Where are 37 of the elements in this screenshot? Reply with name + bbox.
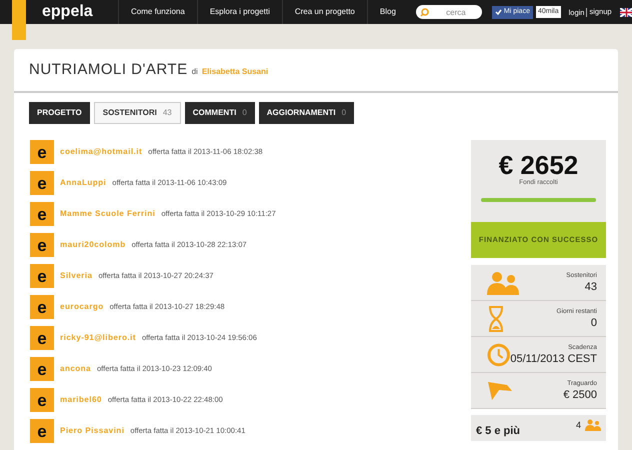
avatar: e — [30, 357, 54, 381]
avatar: e — [30, 419, 54, 443]
avatar: e — [30, 233, 54, 257]
tab[interactable]: SOSTENITORI 43 — [94, 102, 181, 124]
nav-link[interactable]: Blog — [366, 0, 408, 24]
tab[interactable]: PROGETTO — [29, 102, 90, 124]
funding-amount: € 2652 — [498, 152, 578, 178]
nav-link[interactable]: Come funziona — [118, 0, 197, 24]
tab[interactable]: COMMENTI 0 — [184, 102, 255, 124]
reward-count: 4 — [576, 419, 581, 432]
stat-value: 05/11/2013 CEST — [510, 352, 597, 366]
people-icon — [487, 270, 519, 294]
tab[interactable]: AGGIORNAMENTI 0 — [258, 102, 354, 124]
avatar: e — [30, 264, 54, 288]
avatar: e — [30, 295, 54, 319]
check-icon — [494, 9, 502, 15]
project-title: NUTRIAMOLI D'ARTE — [29, 60, 188, 80]
nav-link[interactable]: Crea un progetto — [282, 0, 367, 24]
nav-link[interactable]: Esplora i progetti — [196, 0, 282, 24]
stat-value: 0 — [590, 316, 597, 330]
stat-value: 43 — [584, 280, 597, 294]
logo[interactable]: eppela — [42, 4, 118, 20]
hourglass-icon — [487, 306, 505, 332]
people-icon — [585, 419, 601, 431]
flag-icon — [487, 380, 513, 400]
flag-icon[interactable] — [620, 8, 632, 16]
reward-amount: € 5 e più — [476, 424, 520, 439]
stat-value: € 2500 — [563, 388, 597, 402]
avatar: e — [30, 171, 54, 195]
avatar: e — [30, 326, 54, 350]
search-field[interactable]: cerca — [416, 5, 482, 19]
avatar: e — [30, 388, 54, 412]
avatar: e — [30, 202, 54, 226]
avatar: e — [30, 140, 54, 164]
by-label: di — [192, 66, 198, 78]
clock-icon — [487, 342, 510, 366]
ribbon-bookmark — [12, 0, 26, 40]
